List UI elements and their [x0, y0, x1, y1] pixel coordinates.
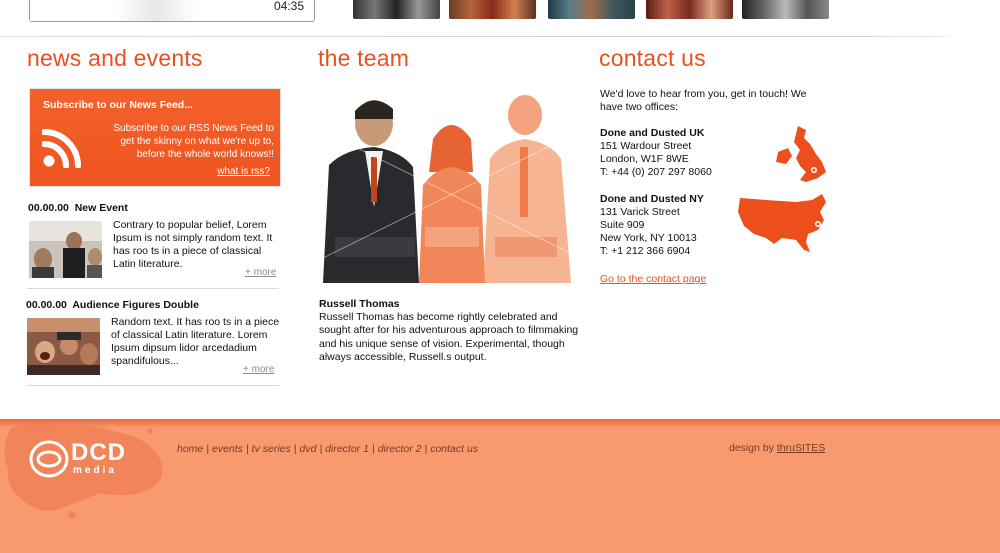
- video-thumb-2[interactable]: [449, 0, 536, 19]
- news-image[interactable]: [29, 221, 102, 278]
- design-credit-label: design by: [729, 442, 774, 454]
- team-section-title: the team: [318, 45, 410, 71]
- office-phone: T: +44 (0) 207 297 8060: [600, 166, 712, 178]
- news-item-heading[interactable]: 00.00.00 Audience Figures Double: [26, 299, 199, 311]
- footer: DCD media home | events | tv series | dvd | dire…: [0, 419, 1000, 553]
- separator: |: [424, 443, 428, 455]
- divider: [27, 288, 279, 289]
- video-player-bar[interactable]: 04:35: [29, 0, 315, 22]
- news-text: Contrary to popular belief, Lorem Ipsum …: [113, 219, 273, 270]
- news-date: 00.00.00: [26, 299, 67, 311]
- design-credit: design by thruSITES: [729, 442, 825, 454]
- more-link[interactable]: + more: [243, 364, 274, 375]
- usa-map-icon: [738, 194, 826, 252]
- footer-link-events[interactable]: events: [212, 443, 243, 455]
- separator: |: [206, 443, 209, 455]
- feed-title: Subscribe to our News Feed...: [43, 99, 193, 111]
- more-link[interactable]: + more: [245, 267, 276, 278]
- news-section-title: news and events: [27, 45, 203, 71]
- news-title: Audience Figures Double: [72, 299, 199, 311]
- rss-icon[interactable]: [42, 128, 82, 168]
- separator: |: [319, 443, 323, 455]
- uk-map-icon: [776, 126, 826, 182]
- office-address-line: 151 Wardour Street: [600, 140, 692, 152]
- news-text: Random text. It has roo ts in a piece of…: [111, 316, 280, 367]
- video-thumb-3[interactable]: [548, 0, 635, 19]
- logo-text: DCD: [71, 439, 126, 466]
- logo-subtext: media: [73, 465, 117, 476]
- footer-link-contact-us[interactable]: contact us: [430, 443, 478, 455]
- office-uk: Done and Dusted UK 151 Wardour Street Lo…: [600, 127, 760, 179]
- footer-link-director-2[interactable]: director 2: [378, 443, 422, 455]
- footer-link-home[interactable]: home: [177, 443, 203, 455]
- separator: |: [293, 443, 297, 455]
- video-thumb-5[interactable]: [742, 0, 829, 19]
- news-item-heading[interactable]: 00.00.00 New Event: [28, 202, 128, 214]
- divider: [27, 385, 279, 386]
- contact-section-title: contact us: [599, 45, 706, 71]
- separator: |: [245, 443, 249, 455]
- footer-link-dvd[interactable]: dvd: [300, 443, 317, 455]
- footer-nav: home | events | tv series | dvd | director 1 | dir…: [177, 443, 478, 455]
- player-time: 04:35: [273, 0, 304, 13]
- footer-link-tv-series[interactable]: tv series: [252, 443, 291, 455]
- office-name: Done and Dusted UK: [600, 127, 705, 139]
- thrusites-link[interactable]: thruSITES: [777, 442, 825, 454]
- footer-link-director-1[interactable]: director 1: [325, 443, 369, 455]
- contact-intro: We'd love to hear from you, get in touch…: [600, 88, 807, 113]
- team-photo: [315, 87, 588, 283]
- news-date: 00.00.00: [28, 202, 69, 214]
- what-is-rss-link[interactable]: what is rss?: [217, 166, 270, 177]
- team-member-name: Russell Thomas: [319, 298, 400, 310]
- office-address-line: London, W1F 8WE: [600, 153, 689, 165]
- divider: [0, 36, 950, 37]
- feed-description: Subscribe to our RSS News Feed to get th…: [113, 123, 274, 160]
- video-thumb-1[interactable]: [353, 0, 440, 19]
- contact-page-link[interactable]: Go to the contact page: [600, 273, 706, 285]
- team-member-bio: Russell Thomas has become rightly celebr…: [319, 311, 579, 363]
- news-image[interactable]: [27, 318, 100, 375]
- player-progress: [30, 0, 240, 21]
- news-feed-box: Subscribe to our News Feed... Subscribe …: [29, 88, 281, 187]
- logo-mark-icon: [29, 440, 69, 478]
- news-title: New Event: [74, 202, 128, 214]
- video-thumb-4[interactable]: [646, 0, 733, 19]
- separator: |: [371, 443, 375, 455]
